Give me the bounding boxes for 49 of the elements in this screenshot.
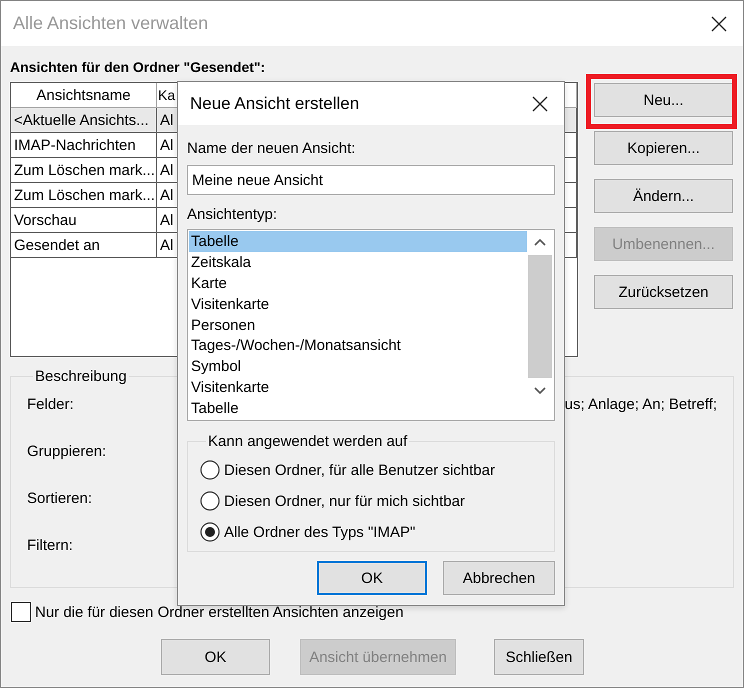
checkbox-label: Nur die für diesen Ordner erstellten Ansichten anzeigen xyxy=(35,604,404,620)
table-cell[interactable]: Zum Löschen mark... xyxy=(11,183,157,208)
list-item[interactable]: Symbol xyxy=(189,356,527,378)
name-label: Name der neuen Ansicht: xyxy=(187,139,356,157)
list-item[interactable]: Personen xyxy=(189,314,527,336)
checkbox[interactable] xyxy=(11,602,31,622)
table-cell[interactable]: Gesendet an xyxy=(11,233,157,258)
radio-button[interactable] xyxy=(200,460,220,480)
close-icon[interactable] xyxy=(532,96,548,112)
list-item[interactable]: Visitenkarte xyxy=(189,377,527,398)
field-label: Filtern: xyxy=(27,536,73,554)
type-label: Ansichtentyp: xyxy=(187,205,278,223)
side-button[interactable]: Ändern... xyxy=(594,179,733,213)
dialog-button[interactable]: Abbrechen xyxy=(443,561,555,595)
dialog-button[interactable]: Schließen xyxy=(494,639,584,675)
field-label: Gruppieren: xyxy=(27,442,106,460)
radio-label: Diesen Ordner, nur für mich sichtbar xyxy=(224,492,465,510)
side-button[interactable]: Zurücksetzen xyxy=(594,275,733,309)
radio-label: Alle Ordner des Typs "IMAP" xyxy=(224,524,416,540)
field-label: Sortieren: xyxy=(27,490,92,506)
list-item[interactable]: Tages-/Wochen-/Monatsansicht xyxy=(189,335,527,356)
table-cell[interactable]: Vorschau xyxy=(11,208,157,233)
scrollbar-thumb[interactable] xyxy=(528,255,552,378)
group-title: Kann angewendet werden auf xyxy=(207,433,408,450)
table-cell[interactable]: IMAP-Nachrichten xyxy=(11,133,157,158)
dialog-button[interactable]: OK xyxy=(317,561,427,595)
window-title: Alle Ansichten verwalten xyxy=(13,13,208,34)
list-item[interactable]: Karte xyxy=(189,272,527,294)
field-label: Felder: xyxy=(27,396,74,412)
list-item[interactable]: Tabelle xyxy=(189,398,527,420)
radio-label: Diesen Ordner, für alle Benutzer sichtbar xyxy=(224,462,495,478)
views-label: Ansichten für den Ordner "Gesendet": xyxy=(10,59,266,77)
list-item[interactable]: Visitenkarte xyxy=(189,294,527,315)
side-button[interactable]: Kopieren... xyxy=(594,131,733,165)
field-value: us; Anlage; An; Betreff; xyxy=(564,396,717,412)
dialog-title: Neue Ansicht erstellen xyxy=(190,94,360,114)
list-item[interactable]: Tabelle xyxy=(189,231,527,252)
close-icon[interactable] xyxy=(711,16,727,32)
column-header[interactable]: Ansichtsname xyxy=(11,83,157,108)
table-cell[interactable]: Zum Löschen mark... xyxy=(11,158,157,183)
radio-button[interactable] xyxy=(200,491,220,511)
radio-button[interactable] xyxy=(200,522,220,542)
group-title: Beschreibung xyxy=(34,368,128,385)
view-type-list[interactable]: Tabelle Zeitskala Karte Visitenkarte Personen Tages-/Wochen-/Monatsansicht Symbol Visitenkarte Tabelle xyxy=(187,229,555,421)
name-input-field[interactable]: Meine neue Ansicht xyxy=(187,165,555,195)
table-cell[interactable]: <Aktuelle Ansichts... xyxy=(11,108,157,133)
dialog-button[interactable]: OK xyxy=(161,639,270,675)
side-button[interactable]: Neu... xyxy=(594,83,733,117)
list-item[interactable]: Zeitskala xyxy=(189,252,527,273)
